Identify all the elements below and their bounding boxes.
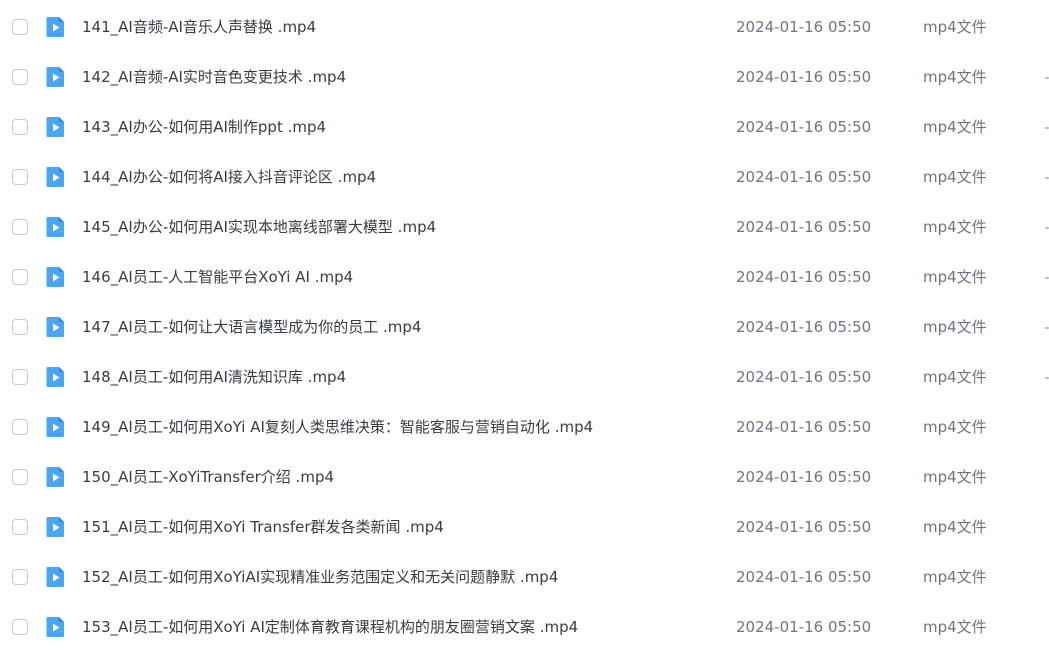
- row-checkbox[interactable]: [12, 519, 28, 535]
- file-name[interactable]: 152_AI员工-如何用XoYiAI实现精准业务范围定义和无关问题静默 .mp4: [82, 567, 558, 587]
- scrollbar-edge-mark: [1045, 127, 1049, 129]
- file-row[interactable]: 149_AI员工-如何用XoYi AI复刻人类思维决策：智能客服与营销自动化 .…: [0, 403, 1049, 453]
- row-checkbox[interactable]: [12, 169, 28, 185]
- scrollbar-edge-mark: [1045, 327, 1049, 329]
- file-modified-time: 2024-01-16 05:50: [736, 68, 872, 86]
- scrollbar-edge-mark: [1045, 77, 1049, 79]
- file-type: mp4文件: [923, 168, 987, 186]
- video-file-icon: [46, 567, 64, 587]
- file-modified-time: 2024-01-16 05:50: [736, 168, 872, 186]
- file-modified-time: 2024-01-16 05:50: [736, 568, 872, 586]
- file-type: mp4文件: [923, 568, 987, 586]
- file-row[interactable]: 143_AI办公-如何用AI制作ppt .mp4 2024-01-16 05:5…: [0, 103, 1049, 153]
- row-checkbox[interactable]: [12, 569, 28, 585]
- file-row[interactable]: 151_AI员工-如何用XoYi Transfer群发各类新闻 .mp4 202…: [0, 503, 1049, 553]
- video-file-icon: [46, 217, 64, 237]
- scrollbar-edge-mark: [1045, 177, 1049, 179]
- file-type: mp4文件: [923, 318, 987, 336]
- file-row[interactable]: 146_AI员工-人工智能平台XoYi AI .mp4 2024-01-16 0…: [0, 253, 1049, 303]
- file-name[interactable]: 148_AI员工-如何用AI清洗知识库 .mp4: [82, 367, 346, 387]
- video-file-icon: [46, 467, 64, 487]
- file-modified-time: 2024-01-16 05:50: [736, 218, 872, 236]
- file-type: mp4文件: [923, 18, 987, 36]
- row-checkbox[interactable]: [12, 119, 28, 135]
- scrollbar-edge-mark: [1045, 277, 1049, 279]
- row-checkbox[interactable]: [12, 419, 28, 435]
- video-file-icon: [46, 67, 64, 87]
- file-modified-time: 2024-01-16 05:50: [736, 318, 872, 336]
- video-file-icon: [46, 167, 64, 187]
- file-row[interactable]: 152_AI员工-如何用XoYiAI实现精准业务范围定义和无关问题静默 .mp4…: [0, 553, 1049, 603]
- file-modified-time: 2024-01-16 05:50: [736, 418, 872, 436]
- file-row[interactable]: 150_AI员工-XoYiTransfer介绍 .mp4 2024-01-16 …: [0, 453, 1049, 503]
- file-type: mp4文件: [923, 468, 987, 486]
- file-modified-time: 2024-01-16 05:50: [736, 18, 872, 36]
- file-modified-time: 2024-01-16 05:50: [736, 118, 872, 136]
- file-row[interactable]: 147_AI员工-如何让大语言模型成为你的员工 .mp4 2024-01-16 …: [0, 303, 1049, 353]
- file-type: mp4文件: [923, 618, 987, 636]
- file-name[interactable]: 141_AI音频-AI音乐人声替换 .mp4: [82, 17, 316, 37]
- row-checkbox[interactable]: [12, 19, 28, 35]
- file-row[interactable]: 142_AI音频-AI实时音色变更技术 .mp4 2024-01-16 05:5…: [0, 53, 1049, 103]
- file-type: mp4文件: [923, 418, 987, 436]
- video-file-icon: [46, 267, 64, 287]
- row-checkbox[interactable]: [12, 269, 28, 285]
- video-file-icon: [46, 317, 64, 337]
- file-modified-time: 2024-01-16 05:50: [736, 268, 872, 286]
- file-modified-time: 2024-01-16 05:50: [736, 518, 872, 536]
- scrollbar-edge-mark: [1045, 227, 1049, 229]
- file-name[interactable]: 147_AI员工-如何让大语言模型成为你的员工 .mp4: [82, 317, 421, 337]
- file-row[interactable]: 144_AI办公-如何将AI接入抖音评论区 .mp4 2024-01-16 05…: [0, 153, 1049, 203]
- row-checkbox[interactable]: [12, 69, 28, 85]
- file-row[interactable]: 153_AI员工-如何用XoYi AI定制体育教育课程机构的朋友圈营销文案 .m…: [0, 603, 1049, 653]
- scrollbar-edge-mark: [1045, 377, 1049, 379]
- row-checkbox[interactable]: [12, 319, 28, 335]
- file-row[interactable]: 145_AI办公-如何用AI实现本地离线部署大模型 .mp4 2024-01-1…: [0, 203, 1049, 253]
- file-modified-time: 2024-01-16 05:50: [736, 368, 872, 386]
- file-name[interactable]: 144_AI办公-如何将AI接入抖音评论区 .mp4: [82, 167, 376, 187]
- file-type: mp4文件: [923, 68, 987, 86]
- file-name[interactable]: 149_AI员工-如何用XoYi AI复刻人类思维决策：智能客服与营销自动化 .…: [82, 417, 593, 437]
- file-name[interactable]: 145_AI办公-如何用AI实现本地离线部署大模型 .mp4: [82, 217, 436, 237]
- row-checkbox[interactable]: [12, 219, 28, 235]
- file-name[interactable]: 153_AI员工-如何用XoYi AI定制体育教育课程机构的朋友圈营销文案 .m…: [82, 617, 578, 637]
- row-checkbox[interactable]: [12, 469, 28, 485]
- file-row[interactable]: 148_AI员工-如何用AI清洗知识库 .mp4 2024-01-16 05:5…: [0, 353, 1049, 403]
- video-file-icon: [46, 117, 64, 137]
- video-file-icon: [46, 617, 64, 637]
- file-name[interactable]: 146_AI员工-人工智能平台XoYi AI .mp4: [82, 267, 353, 287]
- video-file-icon: [46, 17, 64, 37]
- file-type: mp4文件: [923, 268, 987, 286]
- file-name[interactable]: 150_AI员工-XoYiTransfer介绍 .mp4: [82, 467, 334, 487]
- file-modified-time: 2024-01-16 05:50: [736, 468, 872, 486]
- file-row[interactable]: 141_AI音频-AI音乐人声替换 .mp4 2024-01-16 05:50 …: [0, 3, 1049, 53]
- file-modified-time: 2024-01-16 05:50: [736, 618, 872, 636]
- file-name[interactable]: 142_AI音频-AI实时音色变更技术 .mp4: [82, 67, 346, 87]
- file-type: mp4文件: [923, 518, 987, 536]
- row-checkbox[interactable]: [12, 369, 28, 385]
- file-name[interactable]: 143_AI办公-如何用AI制作ppt .mp4: [82, 117, 326, 137]
- video-file-icon: [46, 417, 64, 437]
- video-file-icon: [46, 517, 64, 537]
- file-type: mp4文件: [923, 118, 987, 136]
- file-type: mp4文件: [923, 218, 987, 236]
- file-name[interactable]: 151_AI员工-如何用XoYi Transfer群发各类新闻 .mp4: [82, 517, 444, 537]
- video-file-icon: [46, 367, 64, 387]
- row-checkbox[interactable]: [12, 619, 28, 635]
- file-type: mp4文件: [923, 368, 987, 386]
- file-list: 141_AI音频-AI音乐人声替换 .mp4 2024-01-16 05:50 …: [0, 3, 1049, 653]
